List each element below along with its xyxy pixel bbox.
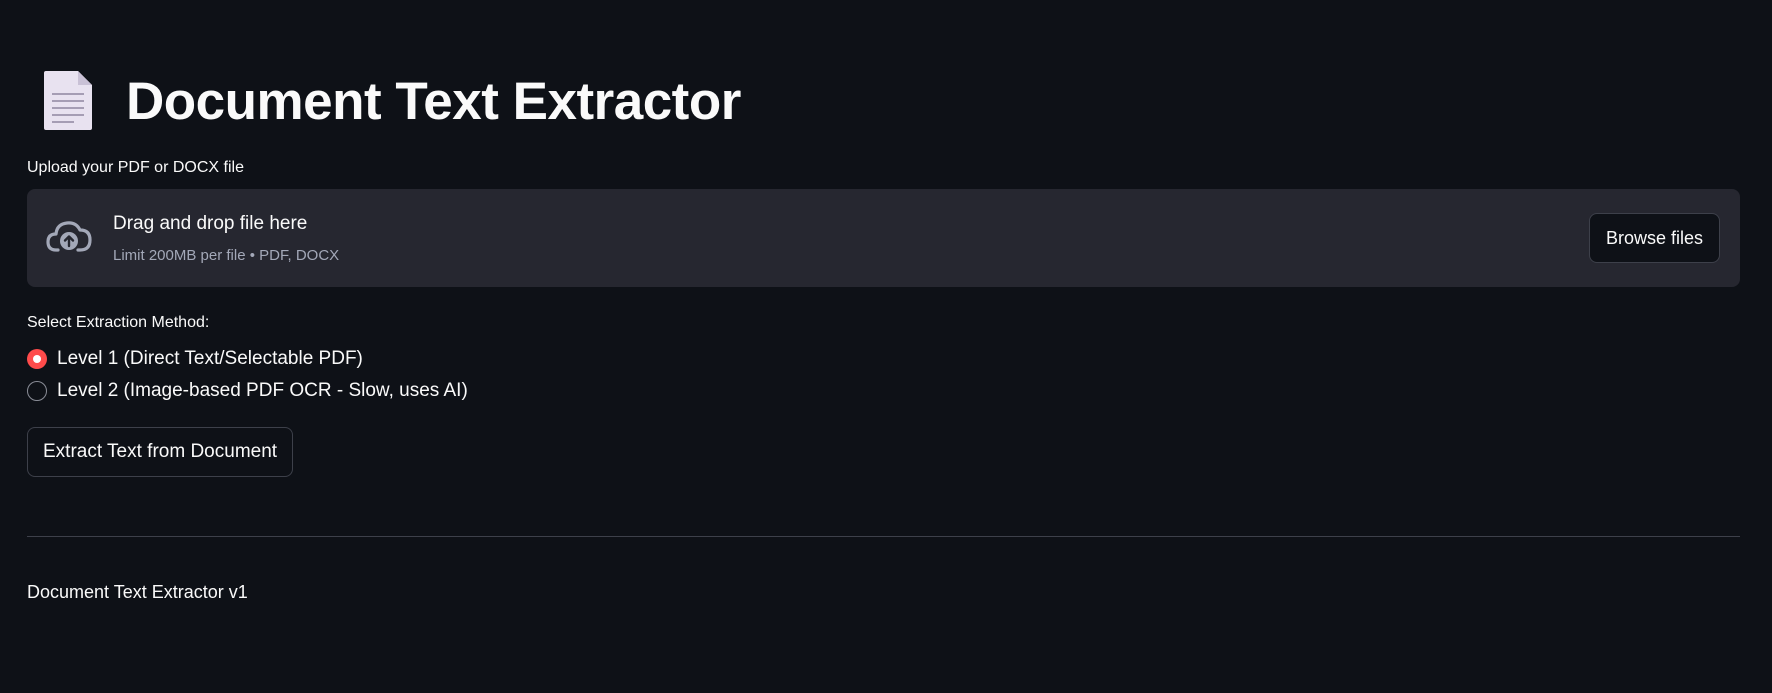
page-title: Document Text Extractor (126, 71, 741, 131)
radio-option-level-2[interactable]: Level 2 (Image-based PDF OCR - Slow, use… (27, 380, 468, 402)
footer-version-text: Document Text Extractor v1 (27, 582, 248, 602)
dropzone-title: Drag and drop file here (113, 213, 308, 234)
dropzone-limit-text: Limit 200MB per file • PDF, DOCX (113, 247, 340, 264)
cloud-upload-icon (46, 221, 92, 252)
divider (27, 536, 1740, 537)
extract-text-button[interactable]: Extract Text from Document (27, 427, 294, 477)
browse-files-button[interactable]: Browse files (1588, 213, 1720, 263)
file-dropzone[interactable]: Drag and drop file here Limit 200MB per … (27, 189, 1740, 287)
radio-selected-icon[interactable] (27, 349, 47, 369)
upload-label: Upload your PDF or DOCX file (27, 159, 244, 176)
document-page-icon (44, 71, 92, 130)
radio-option-level-1[interactable]: Level 1 (Direct Text/Selectable PDF) (27, 348, 363, 370)
app-page: Document Text Extractor Upload your PDF … (0, 0, 1772, 693)
radio-option-label: Level 1 (Direct Text/Selectable PDF) (57, 348, 363, 369)
radio-option-label: Level 2 (Image-based PDF OCR - Slow, use… (57, 380, 468, 401)
extraction-method-label: Select Extraction Method: (27, 314, 210, 331)
radio-unselected-icon[interactable] (27, 381, 47, 401)
title-row: Document Text Extractor (27, 66, 741, 136)
